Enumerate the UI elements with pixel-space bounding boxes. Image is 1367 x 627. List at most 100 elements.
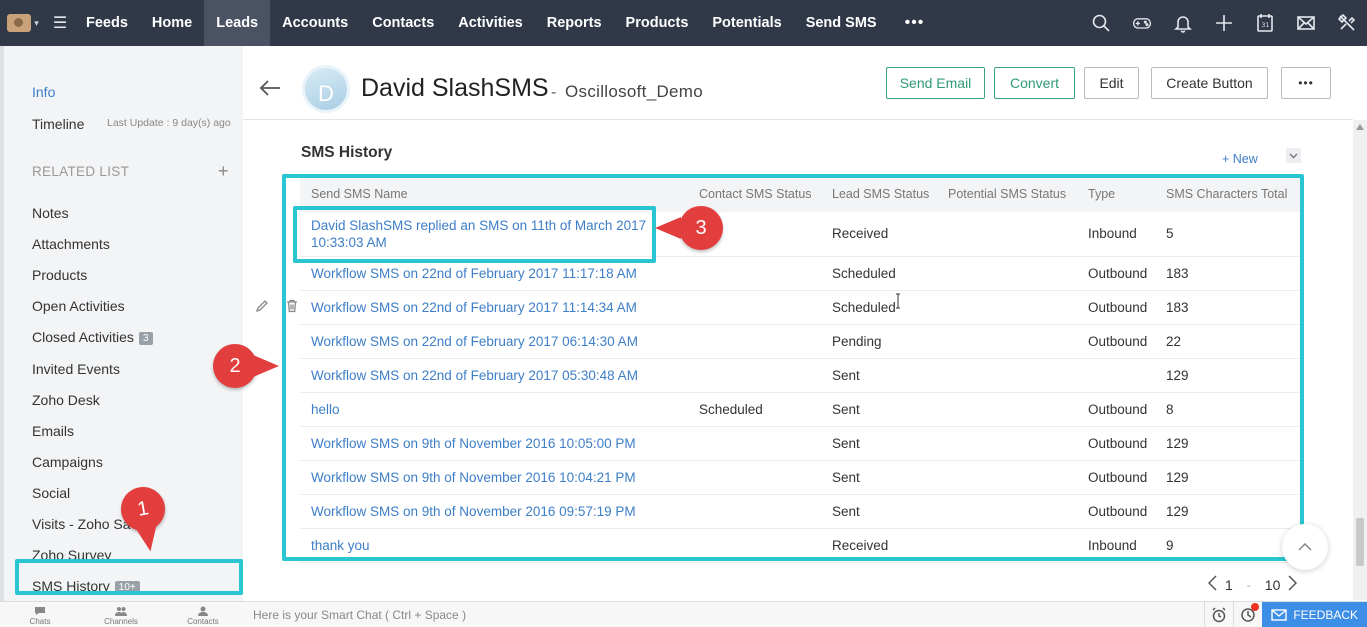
bottom-tab-label: Chats — [29, 617, 51, 626]
convert-button[interactable]: Convert — [994, 67, 1075, 99]
bottom-tab-contacts[interactable]: Contacts — [163, 602, 243, 627]
sidebar-item-label: Visits - Zoho Sa — [32, 516, 131, 532]
record-separator: - — [551, 84, 557, 101]
sidebar-item-emails[interactable]: Emails — [32, 423, 74, 439]
sidebar-item-label: Social — [32, 485, 71, 501]
sidebar-item-label: Closed Activities — [32, 329, 134, 345]
sidebar-item-zoho-desk[interactable]: Zoho Desk — [32, 392, 100, 408]
sidebar-item-label: Zoho Desk — [32, 392, 100, 408]
last-update-text: Last Update : 9 day(s) ago — [107, 117, 231, 129]
record-avatar: D — [302, 65, 350, 113]
gamepad-icon[interactable] — [1121, 0, 1162, 46]
add-related-list-icon[interactable]: + — [218, 161, 229, 182]
next-page-icon[interactable] — [1288, 575, 1298, 594]
scroll-to-top-button[interactable] — [1282, 524, 1328, 570]
contact-person-icon — [198, 606, 208, 616]
plus-icon[interactable] — [1203, 0, 1244, 46]
nav-tab-feeds[interactable]: Feeds — [74, 0, 140, 46]
nav-tab-leads[interactable]: Leads — [204, 0, 271, 46]
prev-page-icon[interactable] — [1207, 575, 1217, 594]
record-account-name[interactable]: Oscillosoft_Demo — [565, 82, 703, 102]
mail-icon[interactable] — [1285, 0, 1326, 46]
envelope-icon — [1271, 609, 1288, 621]
bottom-tab-label: Channels — [104, 617, 138, 626]
timer-icon[interactable] — [1233, 602, 1262, 627]
edit-button[interactable]: Edit — [1084, 67, 1139, 99]
bell-icon[interactable] — [1162, 0, 1203, 46]
back-arrow-icon[interactable] — [258, 78, 282, 98]
create-button-button[interactable]: Create Button — [1151, 67, 1268, 99]
sidebar-item-social[interactable]: Social — [32, 485, 70, 501]
page-to: 10 — [1264, 576, 1281, 593]
bottom-right-tools: FEEDBACK — [1204, 602, 1367, 627]
scroll-up-arrow-icon[interactable] — [1356, 124, 1364, 130]
sidebar-item-label: Open Activities — [32, 298, 125, 314]
top-navigation: ▾ ☰ Feeds Home Leads Accounts Contacts Activi… — [0, 0, 1367, 46]
callout-3: 3 — [655, 206, 723, 250]
nav-tab-contacts[interactable]: Contacts — [360, 0, 446, 46]
chevron-down-icon: ▾ — [34, 17, 39, 28]
sidebar-item-open-activities[interactable]: Open Activities — [32, 298, 125, 314]
sidebar-info-link[interactable]: Info — [32, 84, 55, 100]
nav-tab-activities[interactable]: Activities — [446, 0, 534, 46]
sidebar-item-notes[interactable]: Notes — [32, 205, 69, 221]
nav-icon-group: 31 — [1080, 0, 1367, 46]
sidebar-item-label: Notes — [32, 205, 69, 221]
sidebar-item-invited-events[interactable]: Invited Events — [32, 361, 120, 377]
user-logo-icon — [7, 14, 32, 32]
app-logo-menu[interactable]: ▾ — [0, 0, 46, 46]
sidebar-item-label: Invited Events — [32, 361, 120, 377]
section-collapse-icon[interactable] — [1286, 148, 1301, 163]
feedback-label: FEEDBACK — [1293, 608, 1358, 622]
nav-tab-products[interactable]: Products — [614, 0, 701, 46]
sidebar-item-visits-zoho-sa[interactable]: Visits - Zoho Sa — [32, 516, 131, 532]
nav-tab-home[interactable]: Home — [140, 0, 204, 46]
chat-bubble-icon — [35, 607, 45, 615]
sidebar-item-products[interactable]: Products — [32, 267, 87, 283]
sidebar-item-label: Campaigns — [32, 454, 103, 470]
alarm-clock-icon[interactable] — [1204, 602, 1233, 627]
main-scrollbar[interactable] — [1353, 120, 1367, 600]
header-divider — [243, 119, 1353, 120]
sidebar-timeline-link[interactable]: Timeline — [32, 116, 84, 132]
more-actions-button[interactable]: ••• — [1281, 67, 1331, 99]
sidebar-item-label: Emails — [32, 423, 75, 439]
search-icon[interactable] — [1080, 0, 1121, 46]
edit-pencil-icon[interactable] — [255, 299, 269, 316]
sms-history-sidebar-highlight — [15, 559, 243, 595]
tools-icon[interactable] — [1326, 0, 1367, 46]
page-separator: - — [1246, 577, 1251, 592]
record-name: David SlashSMS — [361, 74, 549, 102]
scrollbar-thumb[interactable] — [1356, 518, 1364, 566]
sidebar-item-closed-activities[interactable]: Closed Activities 3 — [32, 329, 153, 345]
feedback-button[interactable]: FEEDBACK — [1262, 602, 1367, 627]
row-action-icons — [255, 299, 299, 316]
smart-chat-input[interactable]: Here is your Smart Chat ( Ctrl + Space ) — [253, 608, 466, 622]
send-email-button[interactable]: Send Email — [886, 67, 985, 99]
bottom-tab-chats[interactable]: Chats — [0, 602, 80, 627]
calendar-day-label: 31 — [1261, 22, 1269, 29]
pagination: 1 - 10 — [1207, 575, 1298, 594]
bottom-bar: Chats Channels Contacts Here is your Sma… — [0, 601, 1367, 627]
page-from: 1 — [1225, 576, 1233, 593]
sidebar-item-label: Attachments — [32, 236, 110, 252]
callout-2: 2 — [213, 344, 279, 388]
new-sms-button[interactable]: + New — [1222, 152, 1258, 166]
hamburger-menu-icon[interactable]: ☰ — [46, 0, 74, 46]
calendar-icon[interactable]: 31 — [1244, 0, 1285, 46]
related-list-heading: RELATED LIST — [32, 164, 130, 179]
nav-more-button[interactable]: ••• — [889, 14, 941, 32]
bottom-tab-channels[interactable]: Channels — [81, 602, 161, 627]
text-cursor-icon — [896, 293, 900, 309]
nav-tab-reports[interactable]: Reports — [535, 0, 614, 46]
nav-tab-accounts[interactable]: Accounts — [270, 0, 360, 46]
nav-tab-potentials[interactable]: Potentials — [700, 0, 793, 46]
sidebar-item-campaigns[interactable]: Campaigns — [32, 454, 103, 470]
bottom-tab-label: Contacts — [187, 617, 219, 626]
delete-trash-icon[interactable] — [285, 299, 299, 316]
count-badge: 3 — [138, 332, 153, 345]
nav-tab-send-sms[interactable]: Send SMS — [794, 0, 889, 46]
notification-dot — [1251, 603, 1260, 611]
sidebar-item-attachments[interactable]: Attachments — [32, 236, 110, 252]
nav-tabs: Feeds Home Leads Accounts Contacts Activities… — [74, 0, 889, 46]
